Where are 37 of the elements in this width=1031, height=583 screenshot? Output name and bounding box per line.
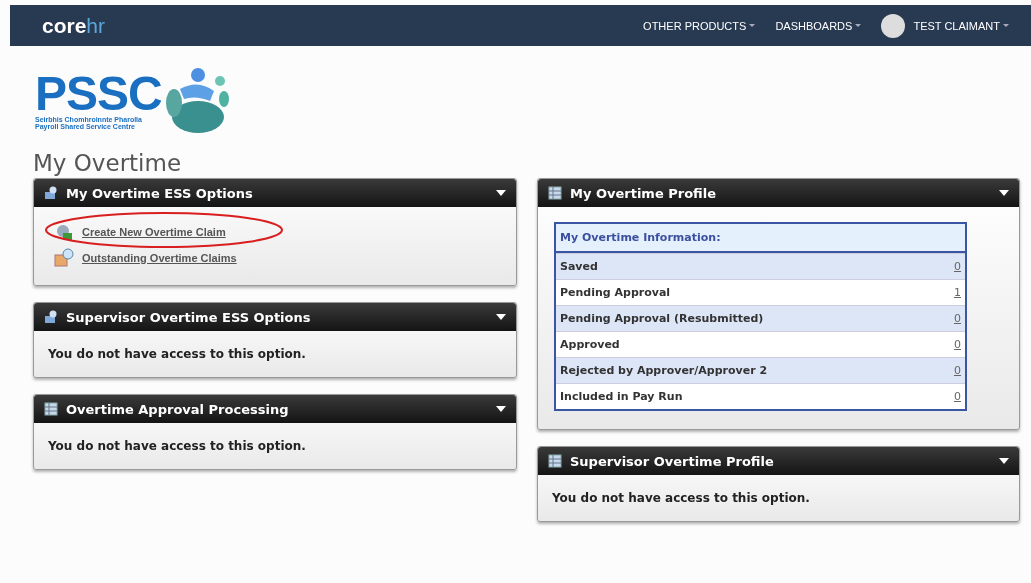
collapse-caret-icon[interactable]: [496, 190, 506, 196]
collapse-caret-icon[interactable]: [999, 458, 1009, 464]
row-label: Included in Pay Run: [560, 390, 683, 403]
panel-title: My Overtime Profile: [570, 185, 717, 201]
nav-menu[interactable]: OTHER PRODUCTS: [643, 19, 756, 32]
grid-icon: [548, 454, 562, 468]
brand-acronym: PSSC: [35, 72, 162, 116]
count-link[interactable]: 0: [954, 312, 961, 325]
row-label: Pending Approval (Resubmitted): [560, 312, 764, 325]
nav-menu[interactable]: DASHBOARDS: [775, 19, 862, 32]
count-link[interactable]: 0: [954, 390, 961, 403]
avatar-icon: [881, 13, 906, 38]
row-label: Pending Approval: [560, 286, 671, 299]
panel-title: Overtime Approval Processing: [66, 401, 289, 417]
corehr-logo[interactable]: corehr: [42, 13, 106, 38]
grid-icon: [548, 186, 562, 200]
collapse-caret-icon[interactable]: [999, 190, 1009, 196]
row-label: Rejected by Approver/Approver 2: [560, 364, 768, 377]
row-label: Saved: [560, 260, 598, 273]
count-link[interactable]: 1: [954, 286, 961, 299]
collapse-caret-icon[interactable]: [496, 314, 506, 320]
claim-link[interactable]: Outstanding Overtime Claims: [82, 252, 237, 264]
panel-title: Supervisor Overtime ESS Options: [66, 309, 311, 325]
count-link[interactable]: 0: [954, 338, 961, 351]
panel-title: My Overtime ESS Options: [66, 185, 253, 201]
page-title: My Overtime: [33, 150, 183, 176]
count-link[interactable]: 0: [954, 364, 961, 377]
access-message: You do not have access to this option.: [48, 346, 307, 363]
grid-icon: [44, 402, 58, 416]
user-menu[interactable]: TEST CLAIMANT: [881, 13, 1009, 38]
row-label: Approved: [560, 338, 620, 351]
count-link[interactable]: 0: [954, 260, 961, 273]
collapse-caret-icon[interactable]: [496, 406, 506, 412]
table-heading: My Overtime Information:: [556, 224, 965, 253]
access-message: You do not have access to this option.: [552, 490, 811, 507]
panel-title: Supervisor Overtime Profile: [570, 453, 774, 469]
access-message: You do not have access to this option.: [48, 438, 307, 455]
